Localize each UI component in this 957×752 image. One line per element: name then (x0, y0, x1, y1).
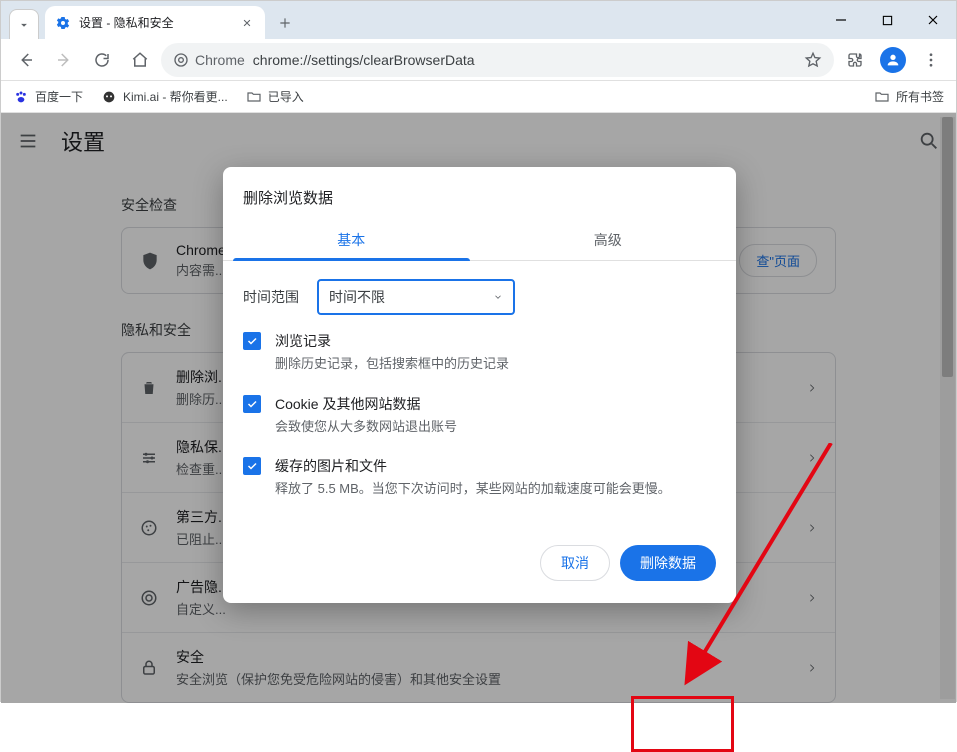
bookmark-all-button[interactable]: 所有书签 (874, 88, 944, 105)
close-icon (242, 18, 252, 28)
checkbox-history[interactable] (243, 332, 261, 350)
check-icon (246, 335, 258, 347)
chrome-label: Chrome (195, 52, 245, 68)
avatar-icon (880, 47, 906, 73)
profile-button[interactable] (876, 43, 910, 77)
reload-icon (93, 51, 111, 69)
maximize-button[interactable] (864, 1, 910, 39)
window-titlebar: 设置 - 隐私和安全 (1, 1, 956, 39)
folder-icon (246, 89, 262, 105)
folder-icon (874, 89, 890, 105)
bookmark-item-baidu[interactable]: 百度一下 (13, 88, 83, 105)
bookmark-label: 百度一下 (35, 88, 83, 105)
minimize-icon (835, 14, 847, 26)
chevron-down-icon (17, 18, 31, 32)
site-chip: Chrome (173, 52, 245, 68)
checkbox-title: 缓存的图片和文件 (275, 456, 671, 476)
bookmarks-bar: 百度一下 Kimi.ai - 帮你看更... 已导入 所有书签 (1, 81, 956, 113)
checkbox-subtitle: 释放了 5.5 MB。当您下次访问时，某些网站的加载速度可能会更慢。 (275, 479, 671, 499)
close-icon (927, 14, 939, 26)
page-content: 设置 安全检查 Chrome 内容需... 查"页面 隐私和安全 删除浏...删… (1, 113, 956, 703)
dialog-body: 时间范围 时间不限 浏览记录删除历史记录，包括搜索框中的历史记录 Cookie … (223, 261, 736, 527)
cancel-button[interactable]: 取消 (540, 545, 610, 581)
time-range-label: 时间范围 (243, 287, 303, 307)
bookmark-label: 已导入 (268, 88, 304, 105)
close-window-button[interactable] (910, 1, 956, 39)
bookmark-label: Kimi.ai - 帮你看更... (123, 88, 228, 105)
check-icon (246, 460, 258, 472)
window-controls (818, 1, 956, 39)
checkbox-row-cache: 缓存的图片和文件释放了 5.5 MB。当您下次访问时，某些网站的加载速度可能会更… (243, 446, 716, 509)
plus-icon (278, 16, 292, 30)
chrome-icon (173, 52, 189, 68)
new-tab-button[interactable] (271, 9, 299, 37)
annotation-highlight-box (631, 696, 734, 752)
arrow-right-icon (55, 51, 73, 69)
checkbox-title: 浏览记录 (275, 331, 509, 351)
extensions-button[interactable] (838, 43, 872, 77)
time-range-value: 时间不限 (329, 287, 385, 307)
checkbox-title: Cookie 及其他网站数据 (275, 394, 457, 414)
check-icon (246, 398, 258, 410)
browser-tab[interactable]: 设置 - 隐私和安全 (45, 6, 265, 39)
forward-button[interactable] (47, 43, 81, 77)
browser-toolbar: Chrome chrome://settings/clearBrowserDat… (1, 39, 956, 81)
checkbox-subtitle: 删除历史记录，包括搜索框中的历史记录 (275, 354, 509, 374)
dialog-actions: 取消 删除数据 (223, 527, 736, 603)
arrow-left-icon (17, 51, 35, 69)
bookmark-star-button[interactable] (804, 51, 822, 69)
tab-basic[interactable]: 基本 (223, 220, 480, 260)
maximize-icon (882, 15, 893, 26)
address-bar[interactable]: Chrome chrome://settings/clearBrowserDat… (161, 43, 834, 77)
checkbox-cache[interactable] (243, 457, 261, 475)
puzzle-icon (846, 51, 864, 69)
time-range-select[interactable]: 时间不限 (317, 279, 515, 315)
bookmark-item-kimi[interactable]: Kimi.ai - 帮你看更... (101, 88, 228, 105)
kimi-icon (101, 89, 117, 105)
dialog-tabs: 基本 高级 (223, 220, 736, 261)
gear-icon (55, 15, 71, 31)
home-icon (131, 51, 149, 69)
menu-button[interactable] (914, 43, 948, 77)
kebab-icon (922, 51, 940, 69)
bookmark-label: 所有书签 (896, 88, 944, 105)
dialog-title: 删除浏览数据 (223, 167, 736, 220)
star-icon (804, 51, 822, 69)
tab-title: 设置 - 隐私和安全 (79, 14, 231, 31)
reload-button[interactable] (85, 43, 119, 77)
clear-data-dialog: 删除浏览数据 基本 高级 时间范围 时间不限 浏览记录删除历史记录，包括搜索框中… (223, 167, 736, 603)
tab-advanced[interactable]: 高级 (480, 220, 737, 260)
tab-close-button[interactable] (239, 15, 255, 31)
confirm-delete-button[interactable]: 删除数据 (620, 545, 716, 581)
minimize-button[interactable] (818, 1, 864, 39)
url-text: chrome://settings/clearBrowserData (253, 52, 796, 68)
checkbox-row-history: 浏览记录删除历史记录，包括搜索框中的历史记录 (243, 321, 716, 384)
caret-down-icon (493, 292, 503, 302)
back-button[interactable] (9, 43, 43, 77)
paw-icon (13, 89, 29, 105)
tab-search-button[interactable] (9, 9, 39, 39)
checkbox-subtitle: 会致使您从大多数网站退出账号 (275, 417, 457, 437)
checkbox-cookies[interactable] (243, 395, 261, 413)
home-button[interactable] (123, 43, 157, 77)
bookmark-item-imported[interactable]: 已导入 (246, 88, 304, 105)
checkbox-row-cookies: Cookie 及其他网站数据会致使您从大多数网站退出账号 (243, 384, 716, 447)
